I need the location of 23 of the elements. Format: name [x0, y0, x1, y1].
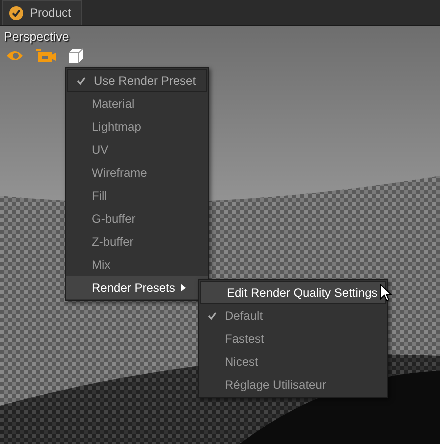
mouse-cursor-icon: [380, 284, 392, 302]
menu-item[interactable]: Z-buffer: [66, 230, 208, 253]
menu-item[interactable]: Render Presets: [66, 276, 208, 299]
menu-item[interactable]: Lightmap: [66, 115, 208, 138]
view-label: Perspective: [4, 30, 70, 44]
checkmark-icon: [9, 6, 24, 20]
menu-item[interactable]: G-buffer: [66, 207, 208, 230]
submenu-arrow-icon: [181, 284, 186, 292]
menu-item[interactable]: Use Render Preset: [67, 69, 207, 92]
menu-item[interactable]: UV: [66, 138, 208, 161]
eye-icon[interactable]: [6, 50, 24, 62]
menu-item[interactable]: Material: [66, 92, 208, 115]
menu-item[interactable]: Fill: [66, 184, 208, 207]
menu-item[interactable]: Nicest: [199, 350, 387, 373]
tab[interactable]: Product: [2, 0, 82, 25]
menu-item[interactable]: Mix: [66, 253, 208, 276]
camera-icon[interactable]: [36, 49, 56, 63]
cube-icon[interactable]: [68, 48, 84, 64]
menu-item[interactable]: Default: [199, 304, 387, 327]
menu-item[interactable]: Edit Render Quality Settings: [200, 281, 386, 304]
menu-item[interactable]: Réglage Utilisateur: [199, 373, 387, 396]
menu-item[interactable]: Fastest: [199, 327, 387, 350]
menu-item[interactable]: Wireframe: [66, 161, 208, 184]
